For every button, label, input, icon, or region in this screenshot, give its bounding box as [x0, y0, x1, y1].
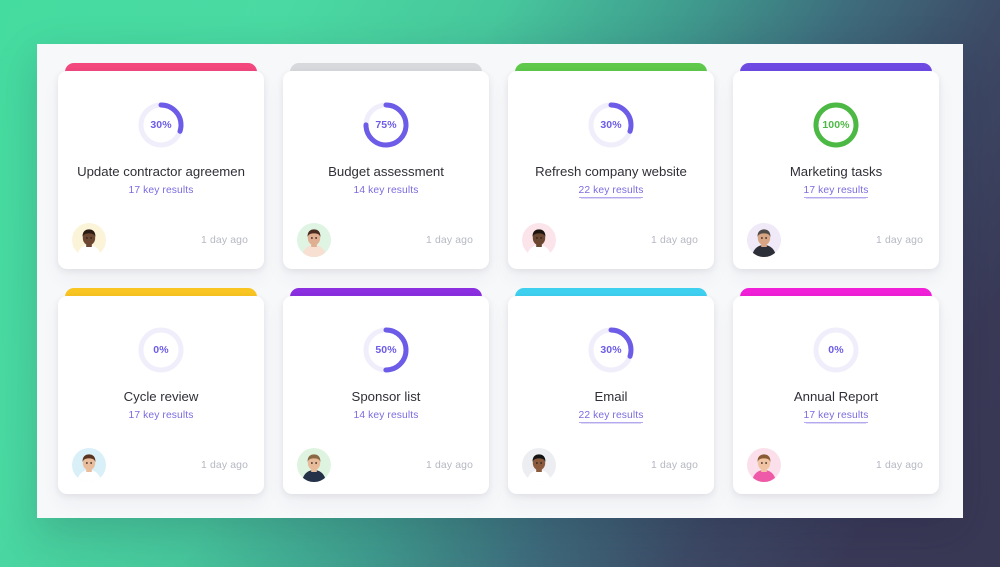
timestamp: 1 day ago	[201, 459, 248, 471]
progress-donut: 100%	[810, 99, 862, 151]
avatar[interactable]	[747, 223, 781, 257]
avatar[interactable]	[747, 448, 781, 482]
timestamp: 1 day ago	[651, 234, 698, 246]
timestamp: 1 day ago	[876, 234, 923, 246]
key-results-link[interactable]: 17 key results	[803, 410, 869, 423]
okr-card-grid: 30% Update contractor agreemen 17 key resu…	[58, 63, 942, 494]
key-results-link[interactable]: 22 key results	[578, 185, 644, 198]
progress-donut: 30%	[135, 99, 187, 151]
okr-card[interactable]: 30% Email 22 key results 1 day ago	[508, 288, 714, 494]
timestamp: 1 day ago	[201, 234, 248, 246]
progress-percent-label: 100%	[822, 119, 850, 131]
key-results-link[interactable]: 17 key results	[129, 410, 194, 421]
card-title: Annual Report	[793, 389, 879, 404]
card-body[interactable]: 30% Refresh company website 22 key results…	[508, 71, 714, 269]
progress-percent-label: 75%	[375, 119, 397, 131]
timestamp: 1 day ago	[426, 234, 473, 246]
key-results-link[interactable]: 14 key results	[354, 410, 419, 421]
card-body[interactable]: 50% Sponsor list 14 key results 1 day ago	[283, 296, 489, 494]
key-results-link[interactable]: 17 key results	[129, 185, 194, 196]
okr-card[interactable]: 30% Update contractor agreemen 17 key resu…	[58, 63, 264, 269]
progress-donut: 30%	[585, 99, 637, 151]
progress-percent-label: 50%	[375, 344, 397, 356]
okr-card[interactable]: 75% Budget assessment 14 key results 1 day …	[283, 63, 489, 269]
progress-percent-label: 30%	[600, 344, 622, 356]
avatar[interactable]	[297, 223, 331, 257]
card-footer: 1 day ago	[733, 211, 939, 269]
key-results-link[interactable]: 17 key results	[803, 185, 869, 198]
avatar[interactable]	[72, 223, 106, 257]
card-body[interactable]: 0% Cycle review 17 key results 1 day ago	[58, 296, 264, 494]
card-body[interactable]: 75% Budget assessment 14 key results 1 day …	[283, 71, 489, 269]
key-results-link[interactable]: 22 key results	[578, 410, 644, 423]
progress-percent-label: 0%	[828, 344, 844, 356]
progress-donut: 50%	[360, 324, 412, 376]
progress-donut: 0%	[810, 324, 862, 376]
card-footer: 1 day ago	[58, 436, 264, 494]
progress-donut: 30%	[585, 324, 637, 376]
card-title: Sponsor list	[351, 389, 421, 404]
card-title: Email	[594, 389, 628, 404]
okr-card[interactable]: 0% Annual Report 17 key results 1 day ago	[733, 288, 939, 494]
timestamp: 1 day ago	[876, 459, 923, 471]
card-title: Cycle review	[123, 389, 199, 404]
card-body[interactable]: 30% Email 22 key results 1 day ago	[508, 296, 714, 494]
okr-card[interactable]: 50% Sponsor list 14 key results 1 day ago	[283, 288, 489, 494]
card-title: Budget assessment	[328, 164, 444, 179]
timestamp: 1 day ago	[651, 459, 698, 471]
avatar[interactable]	[72, 448, 106, 482]
progress-percent-label: 0%	[153, 344, 169, 356]
card-title: Update contractor agreemen	[77, 164, 245, 179]
progress-donut: 0%	[135, 324, 187, 376]
avatar[interactable]	[522, 223, 556, 257]
card-title: Refresh company website	[535, 164, 687, 179]
avatar[interactable]	[297, 448, 331, 482]
card-footer: 1 day ago	[283, 211, 489, 269]
key-results-link[interactable]: 14 key results	[354, 185, 419, 196]
timestamp: 1 day ago	[426, 459, 473, 471]
okr-card[interactable]: 0% Cycle review 17 key results 1 day ago	[58, 288, 264, 494]
card-footer: 1 day ago	[508, 436, 714, 494]
card-body[interactable]: 30% Update contractor agreemen 17 key resu…	[58, 71, 264, 269]
avatar[interactable]	[522, 448, 556, 482]
card-footer: 1 day ago	[508, 211, 714, 269]
card-footer: 1 day ago	[283, 436, 489, 494]
progress-percent-label: 30%	[150, 119, 172, 131]
okr-card[interactable]: 30% Refresh company website 22 key results…	[508, 63, 714, 269]
card-title: Marketing tasks	[789, 164, 883, 179]
progress-percent-label: 30%	[600, 119, 622, 131]
dashboard-panel: 30% Update contractor agreemen 17 key resu…	[37, 44, 963, 518]
card-footer: 1 day ago	[58, 211, 264, 269]
card-footer: 1 day ago	[733, 436, 939, 494]
card-body[interactable]: 0% Annual Report 17 key results 1 day ago	[733, 296, 939, 494]
card-body[interactable]: 100% Marketing tasks 17 key results 1 day a…	[733, 71, 939, 269]
okr-card[interactable]: 100% Marketing tasks 17 key results 1 day a…	[733, 63, 939, 269]
progress-donut: 75%	[360, 99, 412, 151]
